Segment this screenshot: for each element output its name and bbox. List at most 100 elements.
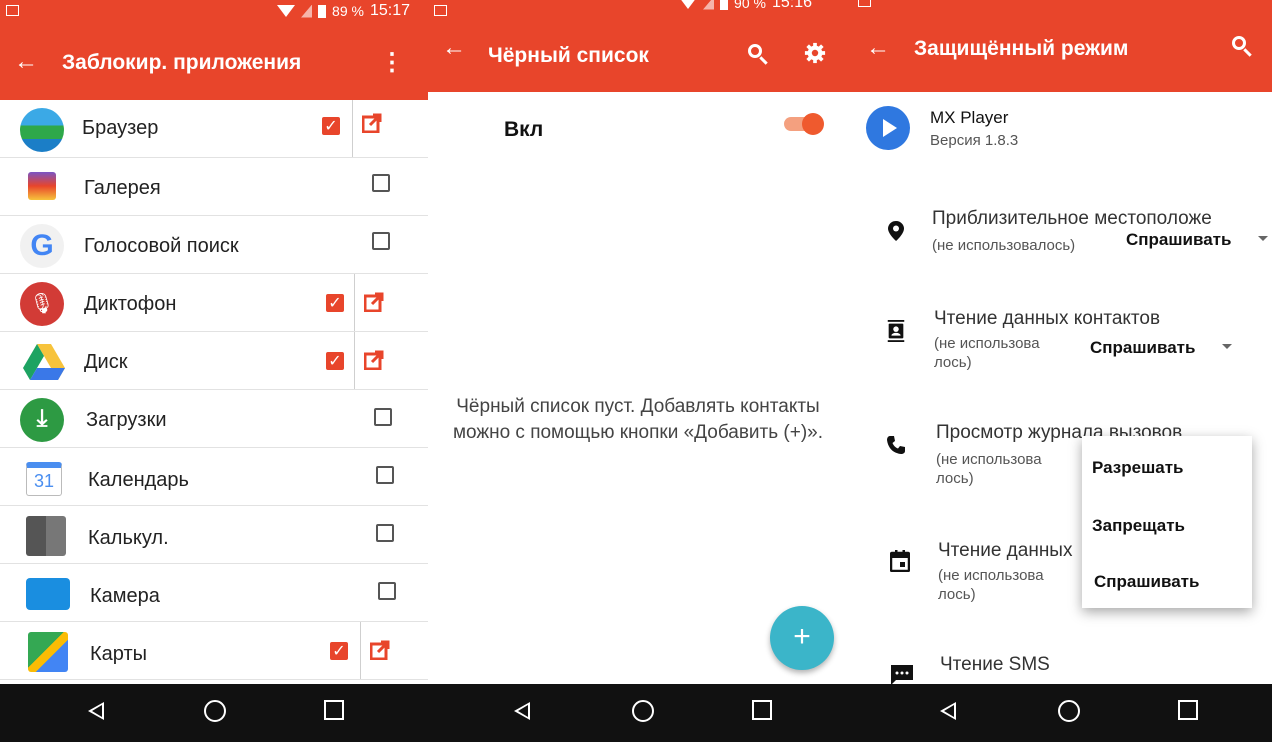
app-name: Камера [90,585,160,607]
permission-value-select[interactable]: Спрашивать [1126,230,1231,250]
nav-recents-icon[interactable] [324,700,344,720]
wifi-icon [277,5,296,17]
list-item[interactable]: G Голосовой поиск [0,216,428,274]
nav-back-icon[interactable] [514,702,530,720]
app-name: Галерея [84,177,161,199]
list-item[interactable]: Диск ✓ [0,332,428,390]
navigation-bar [0,684,428,742]
list-item[interactable]: 🎙 Диктофон ✓ [0,274,428,332]
image-notification-icon [6,5,19,16]
page-title: Защищённый режим [914,37,1129,60]
back-arrow-icon[interactable]: ← [442,36,466,60]
lock-checkbox[interactable] [378,582,396,600]
more-options-icon[interactable]: ⋮ [380,48,404,77]
menu-item-allow[interactable]: Разрешать [1092,458,1183,478]
permission-title: Чтение данных [938,540,1073,561]
nav-back-icon[interactable] [940,702,956,720]
signal-icon [703,0,715,10]
lock-checkbox[interactable] [374,408,392,426]
permission-usage: (не использова лось) [936,451,1042,487]
app-list: Браузер ✓ Галерея G Голосовой поиск 🎙 Ди… [0,100,428,680]
nav-back-icon[interactable] [88,702,104,720]
status-bar: 89 % 15:17 [0,0,428,22]
lock-checkbox[interactable] [376,524,394,542]
camera-icon [26,578,70,610]
app-name: Диск [84,351,128,373]
calendar-icon: 31 [26,462,62,496]
location-pin-icon [888,221,904,241]
battery-icon [318,4,327,18]
back-arrow-icon[interactable]: ← [866,36,890,60]
google-icon: G [20,224,64,268]
nav-home-icon[interactable] [1058,700,1080,722]
battery-percent: 90 % [734,0,766,11]
search-icon[interactable] [748,44,762,58]
list-item[interactable]: Карты ✓ [0,622,428,680]
gear-icon[interactable] [804,42,826,64]
back-arrow-icon[interactable]: ← [14,50,38,74]
permission-usage: (не использова лось) [938,567,1044,603]
wifi-icon [679,0,698,9]
lock-checkbox[interactable]: ✓ [330,642,348,660]
app-name: Карты [90,643,147,665]
drive-icon [23,344,65,380]
app-bar: ← Защищённый режим [852,0,1272,92]
blacklist-screen: 90 % 15:16 ← Чёрный список Вкл Чёрный сп… [428,0,852,742]
protected-mode-screen: ← Защищённый режим MX Player Версия 1.8.… [852,0,1272,742]
list-item[interactable]: Браузер ✓ [0,100,428,158]
battery-icon [720,0,729,10]
app-name: Загрузки [86,409,167,431]
lock-checkbox[interactable] [376,466,394,484]
blacklist-toggle[interactable] [782,112,824,136]
image-notification-icon [858,0,871,7]
lock-checkbox[interactable]: ✓ [326,352,344,370]
menu-item-deny[interactable]: Запрещать [1092,516,1185,536]
list-item[interactable]: ⤓ Загрузки [0,390,428,448]
app-name: Голосовой поиск [84,235,239,257]
browser-icon [20,108,64,152]
open-external-icon[interactable] [370,640,390,660]
signal-icon [301,4,313,18]
add-fab-button[interactable]: + [770,606,834,670]
gallery-icon [28,172,56,200]
app-version: Версия 1.8.3 [930,132,1019,149]
list-item[interactable]: Камера [0,564,428,622]
list-item[interactable]: Калькул. [0,506,428,564]
list-item[interactable]: Галерея [0,158,428,216]
page-title: Чёрный список [488,44,649,67]
contacts-icon [887,320,905,342]
open-external-icon[interactable] [362,113,382,133]
open-external-icon[interactable] [364,350,384,370]
chevron-down-icon[interactable] [1258,236,1268,241]
maps-icon [28,632,68,672]
open-external-icon[interactable] [364,292,384,312]
lock-checkbox[interactable]: ✓ [326,294,344,312]
app-bar: 90 % 15:16 ← Чёрный список [428,0,852,92]
navigation-bar [428,684,852,742]
nav-recents-icon[interactable] [1178,700,1198,720]
download-icon: ⤓ [20,398,64,442]
lock-checkbox[interactable]: ✓ [322,117,340,135]
calendar-icon [890,550,910,572]
permission-value-select[interactable]: Спрашивать [1090,338,1195,358]
nav-recents-icon[interactable] [752,700,772,720]
app-name: Браузер [82,117,159,139]
permission-title: Приблизительное местоположе [932,208,1212,229]
phone-icon [887,436,905,454]
lock-checkbox[interactable] [372,174,390,192]
app-name: Календарь [88,469,189,491]
app-name: Калькул. [88,527,169,549]
clock: 15:17 [369,2,410,19]
nav-home-icon[interactable] [632,700,654,722]
menu-item-ask[interactable]: Спрашивать [1094,572,1199,592]
list-item[interactable]: 31 Календарь [0,448,428,506]
lock-checkbox[interactable] [372,232,390,250]
chevron-down-icon[interactable] [1222,344,1232,349]
search-icon[interactable] [1232,36,1246,50]
empty-state-message: Чёрный список пуст. Добавлять контакты м… [452,396,824,443]
status-bar: 90 % 15:16 [428,0,852,22]
permission-title: Чтение SMS [940,654,1050,675]
nav-home-icon[interactable] [204,700,226,722]
app-name: MX Player [930,108,1009,127]
permission-options-menu: Разрешать Запрещать Спрашивать [1082,436,1252,608]
